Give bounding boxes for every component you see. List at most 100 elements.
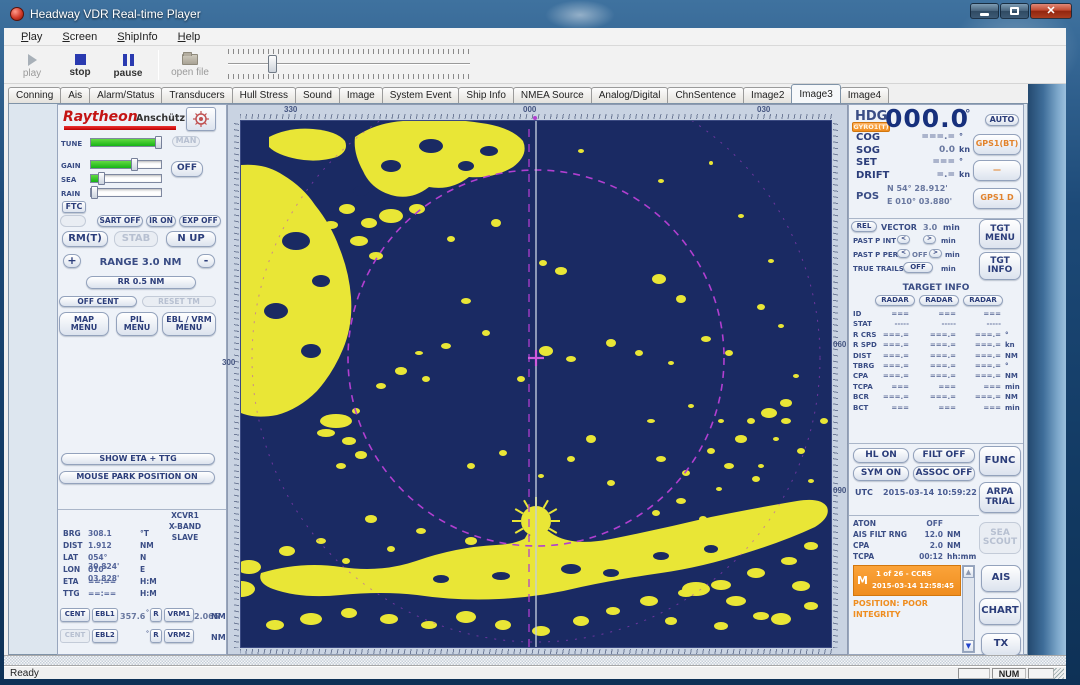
tgt-info-button[interactable]: TGT INFO bbox=[979, 252, 1021, 280]
off-button[interactable]: OFF bbox=[171, 161, 203, 177]
horizontal-scrollbar[interactable] bbox=[4, 655, 1066, 666]
radar-ppi-display[interactable] bbox=[240, 120, 832, 648]
hdg-value: 000.0 bbox=[885, 104, 969, 133]
tab[interactable]: NMEA Source bbox=[513, 87, 592, 103]
tab[interactable]: Alarm/Status bbox=[89, 87, 162, 103]
man-button[interactable]: MAN bbox=[172, 136, 200, 147]
sart-off-button[interactable]: SART OFF bbox=[97, 215, 143, 227]
timeline-slider-thumb[interactable] bbox=[268, 55, 277, 73]
vrm1-button[interactable]: VRM1 bbox=[164, 608, 194, 622]
exp-off-button[interactable]: EXP OFF bbox=[179, 215, 221, 227]
north-up-button[interactable]: N UP bbox=[166, 231, 216, 247]
symbols-on-button[interactable]: SYM ON bbox=[853, 466, 909, 481]
ebl2-relative-button[interactable]: R bbox=[150, 629, 162, 643]
tab[interactable]: Image3 bbox=[791, 84, 840, 103]
radar-target-button-3[interactable]: RADAR bbox=[963, 295, 1003, 306]
slider-thumb[interactable] bbox=[91, 186, 98, 199]
rain-slider[interactable] bbox=[90, 188, 162, 197]
blank-button[interactable] bbox=[60, 215, 86, 227]
heading-line-on-button[interactable]: HL ON bbox=[853, 448, 909, 463]
alert-banner[interactable]: M 1 of 26 - CCRS 2015-03-14 12:58:45 bbox=[853, 565, 961, 596]
map-menu-button[interactable]: MAP MENU bbox=[59, 312, 109, 336]
tab[interactable]: Image bbox=[339, 87, 383, 103]
cent-button-2[interactable]: CENT bbox=[60, 629, 90, 643]
stab-button[interactable]: STAB bbox=[114, 231, 158, 247]
gps1-bt-button[interactable]: GPS1(BT) bbox=[973, 134, 1021, 155]
sea-scout-button[interactable]: SEA SCOUT bbox=[979, 522, 1021, 554]
slider-thumb[interactable] bbox=[131, 158, 138, 171]
scroll-up-button[interactable]: ▲ bbox=[963, 566, 974, 578]
rm-mode-button[interactable]: RM(T) bbox=[62, 231, 108, 247]
slider-thumb[interactable] bbox=[155, 136, 162, 149]
assoc-off-button[interactable]: ASSOC OFF bbox=[913, 466, 975, 481]
past-int-increase-button[interactable]: > bbox=[923, 235, 936, 244]
filter-off-button[interactable]: FILT OFF bbox=[913, 448, 975, 463]
tune-slider[interactable] bbox=[90, 138, 162, 147]
tab[interactable]: Transducers bbox=[161, 87, 232, 103]
reset-tm-button[interactable]: RESET TM bbox=[142, 296, 216, 307]
close-button[interactable]: ✕ bbox=[1030, 3, 1072, 19]
open-file-button[interactable]: open file bbox=[162, 48, 218, 84]
arpa-trial-button[interactable]: ARPA TRIAL bbox=[979, 482, 1021, 513]
past-per-decrease-button[interactable]: < bbox=[897, 249, 910, 258]
stop-button[interactable]: stop bbox=[56, 48, 104, 84]
menu-item[interactable]: Play bbox=[12, 29, 51, 45]
vrm1-unit: NM bbox=[211, 612, 226, 621]
ais-button[interactable]: AIS bbox=[981, 565, 1021, 592]
cog-source-button[interactable]: — bbox=[973, 160, 1021, 181]
past-per-increase-button[interactable]: > bbox=[929, 249, 942, 258]
radar-logo-button[interactable] bbox=[186, 107, 216, 131]
off-center-button[interactable]: OFF CENT bbox=[59, 296, 137, 307]
scroll-down-button[interactable]: ▼ bbox=[963, 640, 974, 652]
resize-grip[interactable] bbox=[1053, 668, 1064, 679]
tab[interactable]: ChnSentence bbox=[667, 87, 744, 103]
range-decrease-button[interactable]: - bbox=[197, 254, 215, 268]
minimize-button[interactable] bbox=[970, 3, 999, 19]
ebl1-button[interactable]: EBL1 bbox=[92, 608, 118, 622]
ebl2-button[interactable]: EBL2 bbox=[92, 629, 118, 643]
ebl1-relative-button[interactable]: R bbox=[150, 608, 162, 622]
show-eta-ttg-button[interactable]: SHOW ETA + TTG bbox=[61, 453, 215, 465]
pil-menu-button[interactable]: PIL MENU bbox=[116, 312, 158, 336]
auto-button[interactable]: AUTO bbox=[985, 114, 1019, 126]
range-increase-button[interactable]: + bbox=[63, 254, 81, 268]
tgt-menu-button[interactable]: TGT MENU bbox=[979, 219, 1021, 249]
tx-button[interactable]: TX bbox=[981, 633, 1021, 656]
play-button[interactable]: play bbox=[8, 48, 56, 84]
vrm2-button[interactable]: VRM2 bbox=[164, 629, 194, 643]
tab[interactable]: Hull Stress bbox=[232, 87, 296, 103]
alert-scrollbar[interactable]: ▲ ▼ bbox=[962, 565, 975, 653]
tab[interactable]: Conning bbox=[8, 87, 61, 103]
timeline-slider-track[interactable] bbox=[228, 63, 470, 65]
slider-thumb[interactable] bbox=[98, 172, 105, 185]
gps1-d-button[interactable]: GPS1 D bbox=[973, 188, 1021, 209]
tab[interactable]: Image4 bbox=[840, 87, 889, 103]
range-rings-button[interactable]: RR 0.5 NM bbox=[86, 276, 196, 289]
cent-button-1[interactable]: CENT bbox=[60, 608, 90, 622]
ftc-button[interactable]: FTC bbox=[62, 201, 86, 213]
past-int-decrease-button[interactable]: < bbox=[897, 235, 910, 244]
menu-item[interactable]: Help bbox=[169, 29, 210, 45]
radar-target-button-2[interactable]: RADAR bbox=[919, 295, 959, 306]
func-button[interactable]: FUNC bbox=[979, 446, 1021, 476]
true-trails-off-button[interactable]: OFF bbox=[903, 262, 933, 273]
rel-vector-button[interactable]: REL bbox=[851, 221, 877, 232]
ir-on-button[interactable]: IR ON bbox=[146, 215, 176, 227]
target-value-2: === bbox=[920, 310, 956, 318]
tab[interactable]: Ship Info bbox=[458, 87, 513, 103]
tab[interactable]: Analog/Digital bbox=[591, 87, 669, 103]
gain-slider[interactable] bbox=[90, 160, 162, 169]
tab[interactable]: Image2 bbox=[743, 87, 792, 103]
menu-item[interactable]: Screen bbox=[53, 29, 106, 45]
tab[interactable]: System Event bbox=[382, 87, 460, 103]
mouse-park-button[interactable]: MOUSE PARK POSITION ON bbox=[59, 471, 215, 484]
maximize-button[interactable] bbox=[1000, 3, 1029, 19]
radar-target-button-1[interactable]: RADAR bbox=[875, 295, 915, 306]
sea-slider[interactable] bbox=[90, 174, 162, 183]
tab[interactable]: Sound bbox=[295, 87, 340, 103]
pause-button[interactable]: pause bbox=[104, 48, 152, 84]
chart-button[interactable]: CHART bbox=[979, 598, 1021, 625]
tab[interactable]: Ais bbox=[60, 87, 90, 103]
ebl-vrm-menu-button[interactable]: EBL / VRM MENU bbox=[162, 312, 216, 336]
menu-item[interactable]: ShipInfo bbox=[108, 29, 166, 45]
